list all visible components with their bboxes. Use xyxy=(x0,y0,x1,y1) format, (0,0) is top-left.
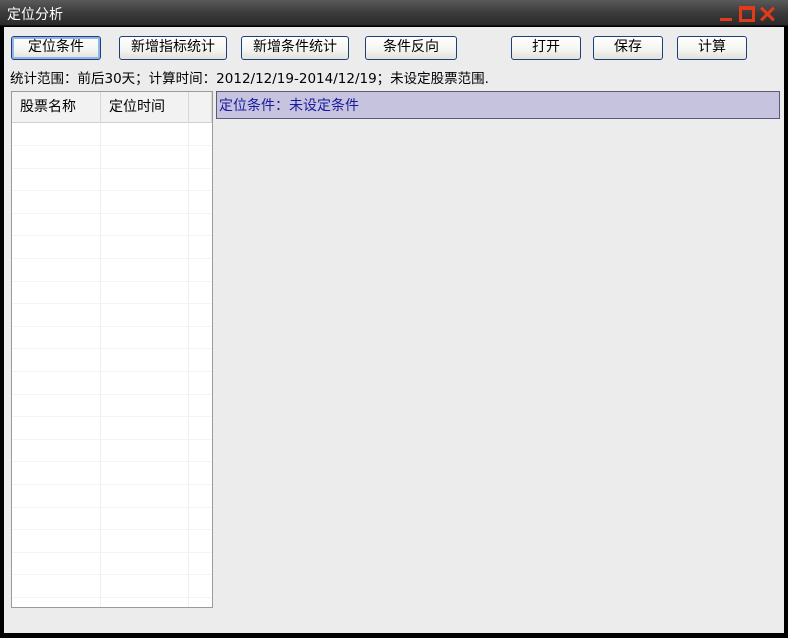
grid-row-line xyxy=(12,484,212,485)
grid-row-line xyxy=(12,280,212,282)
grid-row-line xyxy=(12,506,212,508)
statistics-info-line: 统计范围：前后30天；计算时间：2012/12/19-2014/12/19；未设… xyxy=(10,71,489,87)
minimize-icon[interactable] xyxy=(718,6,734,22)
grid-row-line xyxy=(12,371,212,372)
grid-row-line xyxy=(12,393,212,395)
column-header-locate-time[interactable]: 定位时间 xyxy=(101,92,189,123)
stock-list-header: 股票名称 定位时间 xyxy=(12,92,212,123)
grid-row-line xyxy=(12,574,212,576)
client-area: 定位条件 新增指标统计 新增条件统计 条件反向 打开 保存 计算 统计范围：前后… xyxy=(4,27,784,633)
title-bar[interactable]: 定位分析 xyxy=(0,0,788,26)
save-button[interactable]: 保存 xyxy=(593,36,663,60)
grid-row-line xyxy=(12,167,212,169)
grid-row-line xyxy=(12,597,212,598)
grid-row-line xyxy=(12,461,212,463)
grid-row-line xyxy=(12,529,212,531)
open-button[interactable]: 打开 xyxy=(511,36,581,60)
main-window: 定位分析 定位条件 新增指标统计 新增条件统计 条件反向 打开 保存 计算 统计… xyxy=(0,0,788,638)
condition-panel-text: 定位条件：未设定条件 xyxy=(219,98,359,114)
stock-list[interactable]: 股票名称 定位时间 xyxy=(11,91,213,608)
grid-row-line xyxy=(12,258,212,259)
grid-row-line xyxy=(12,303,212,305)
grid-row-line xyxy=(12,416,212,418)
grid-row-line xyxy=(12,235,212,237)
calculate-button[interactable]: 计算 xyxy=(677,36,747,60)
window-title: 定位分析 xyxy=(7,7,63,23)
grid-row-line xyxy=(12,348,212,350)
reverse-condition-button[interactable]: 条件反向 xyxy=(365,36,457,60)
grid-column xyxy=(12,123,101,607)
condition-panel[interactable]: 定位条件：未设定条件 xyxy=(216,91,780,119)
grid-row-line xyxy=(12,438,212,440)
grid-row-line xyxy=(12,551,212,553)
grid-column xyxy=(101,123,189,607)
column-header-stock-name[interactable]: 股票名称 xyxy=(12,92,101,123)
column-header-extra[interactable] xyxy=(189,92,212,123)
add-indicator-stat-button[interactable]: 新增指标统计 xyxy=(119,36,227,60)
maximize-icon[interactable] xyxy=(739,6,755,22)
close-icon[interactable] xyxy=(759,6,775,22)
locate-condition-button[interactable]: 定位条件 xyxy=(11,36,101,60)
grid-row-line xyxy=(12,212,212,214)
grid-row-line xyxy=(12,145,212,146)
add-condition-stat-button[interactable]: 新增条件统计 xyxy=(241,36,349,60)
grid-row-line xyxy=(12,325,212,327)
grid-row-line xyxy=(12,190,212,192)
